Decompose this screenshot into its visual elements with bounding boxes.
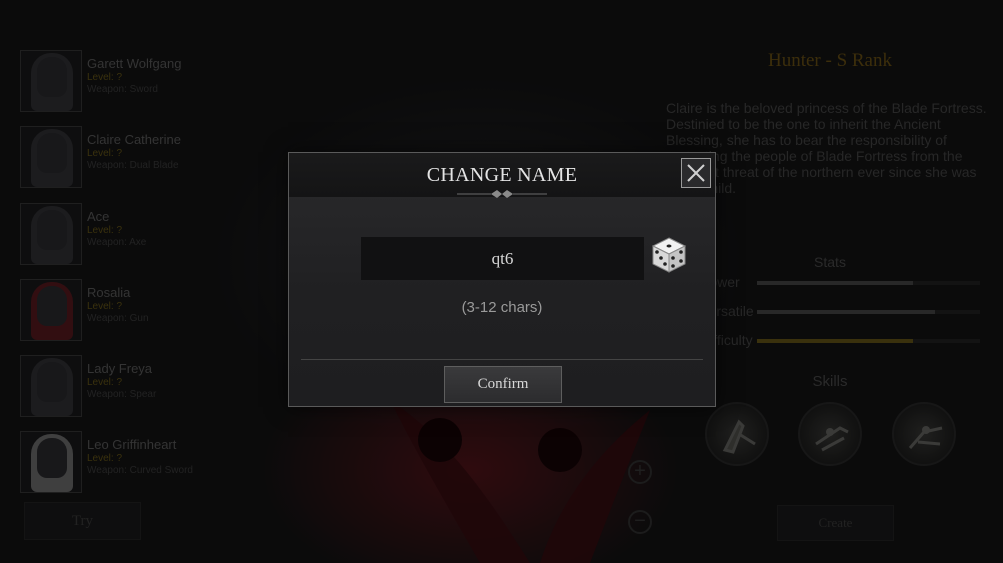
character-portrait [20, 355, 82, 417]
skill-slash-icon[interactable] [705, 402, 769, 466]
try-button[interactable]: Try [24, 502, 141, 540]
character-name: Claire Catherine [87, 132, 181, 147]
roster-item[interactable]: Lady Freya Level: ? Weapon: Spear [20, 355, 250, 421]
dialog-header: CHANGE NAME [289, 153, 715, 198]
character-bio: Claire is the beloved princess of the Bl… [666, 100, 987, 196]
character-name: Leo Griffinheart [87, 437, 177, 452]
stat-row: Difficulty [700, 332, 980, 348]
confirm-button[interactable]: Confirm [444, 366, 562, 403]
character-name: Garett Wolfgang [87, 56, 182, 71]
roster-item[interactable]: Ace Level: ? Weapon: Axe [20, 203, 250, 269]
skill-strike-icon[interactable] [892, 402, 956, 466]
stat-bar-fill [757, 281, 914, 285]
character-level: Level: ? [87, 72, 123, 83]
character-level: Level: ? [87, 225, 123, 236]
skill-dash-icon[interactable] [798, 402, 862, 466]
character-level: Level: ? [87, 301, 123, 312]
character-level: Level: ? [87, 148, 123, 159]
character-weapon: Weapon: Spear [87, 389, 157, 400]
character-portrait [20, 126, 82, 188]
character-weapon: Weapon: Dual Blade [87, 160, 179, 171]
title-ornament-icon [457, 190, 547, 198]
random-name-dice-icon[interactable] [651, 236, 687, 274]
class-rank-title: Hunter - S Rank [767, 50, 892, 71]
character-portrait [20, 431, 82, 493]
change-name-dialog: CHANGE NAME (3-12 chars [288, 152, 716, 407]
name-length-hint: (3-12 chars) [461, 299, 543, 316]
stat-bar-fill [757, 310, 936, 314]
character-weapon: Weapon: Gun [87, 313, 149, 324]
stats-heading: Stats [814, 254, 846, 270]
character-portrait [20, 50, 82, 112]
zoom-in-icon[interactable]: + [628, 460, 652, 484]
character-name: Rosalia [87, 285, 131, 300]
character-portrait [20, 279, 82, 341]
character-level: Level: ? [87, 453, 123, 464]
roster-item[interactable]: Claire Catherine Level: ? Weapon: Dual B… [20, 126, 250, 192]
character-weapon: Weapon: Curved Sword [87, 465, 193, 476]
stat-bar-fill [757, 339, 914, 343]
close-icon [687, 164, 705, 182]
roster-item[interactable]: Garett Wolfgang Level: ? Weapon: Sword [20, 50, 250, 116]
roster-item[interactable]: Leo Griffinheart Level: ? Weapon: Curved… [20, 431, 250, 497]
stat-bar [757, 339, 980, 343]
character-weapon: Weapon: Sword [87, 84, 158, 95]
close-button[interactable] [681, 158, 711, 188]
character-portrait [20, 203, 82, 265]
stat-row: Versatile [700, 303, 980, 319]
dialog-divider [301, 359, 703, 360]
create-button[interactable]: Create [777, 505, 894, 541]
stat-bar [757, 310, 980, 314]
roster-item[interactable]: Rosalia Level: ? Weapon: Gun [20, 279, 250, 345]
character-weapon: Weapon: Axe [87, 237, 147, 248]
skills-heading: Skills [812, 373, 848, 390]
dialog-title: CHANGE NAME [426, 164, 578, 186]
zoom-out-icon[interactable]: − [628, 510, 652, 534]
weapon-preview-art [390, 400, 650, 563]
stat-row: Power [700, 274, 980, 290]
character-level: Level: ? [87, 377, 123, 388]
stat-bar [757, 281, 980, 285]
name-input[interactable] [361, 237, 644, 280]
character-name: Ace [87, 209, 110, 224]
character-name: Lady Freya [87, 361, 153, 376]
